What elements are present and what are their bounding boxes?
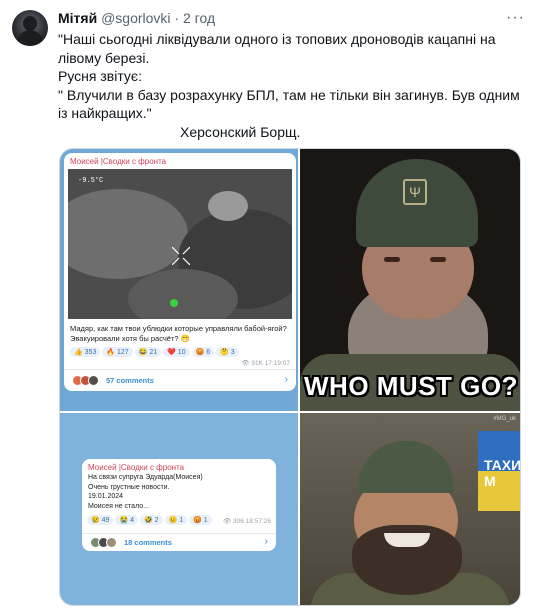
hud-temperature: -9.5°C: [78, 177, 104, 185]
tweet-signature: Херсонский Борщ.: [180, 123, 301, 140]
message-line: На связи супруга Эдуарда(Моисея): [88, 474, 203, 481]
eye: [384, 257, 400, 262]
tweet-media-grid[interactable]: Моисей |Сводки с фронта -9.5°C Мадяр, ка…: [59, 148, 521, 606]
reaction: 😡 1: [189, 515, 212, 525]
tweet-header: Мітяй @sgorlovki · 2 год: [58, 9, 215, 27]
reactions-row: 👍 353 🔥 127 😂 21 ❤️ 10 😡 6 🤔 3: [70, 347, 241, 357]
reaction: 🔥 127: [102, 347, 133, 357]
avatar-head: [23, 16, 37, 31]
comments-count: 18 comments: [124, 538, 172, 547]
channel-name: Моисей |Сводки с фронта: [88, 463, 185, 472]
telegram-card: Моисей |Сводки с фронта На связи супруга…: [82, 459, 276, 551]
reaction: 🤣 2: [140, 515, 163, 525]
tweet-line: " Влучили в базу розрахунку БПЛ, там не …: [58, 86, 520, 103]
author-handle[interactable]: @sgorlovki: [101, 10, 170, 26]
views-timestamp: 👁 306 18:57:26: [222, 518, 271, 525]
message-line: Очень грустные новости.: [88, 483, 170, 491]
reaction: 😂 21: [134, 347, 162, 357]
media-telegram-post-1[interactable]: Моисей |Сводки с фронта -9.5°C Мадяр, ка…: [60, 149, 298, 411]
tweet-text: "Наші сьогодні ліквідували одного із топ…: [58, 30, 528, 141]
eye: [430, 257, 446, 262]
flag-text: ТАХИ М: [484, 457, 521, 489]
terrain-patch: [68, 189, 188, 279]
meme-caption: WHO MUST GO?: [304, 371, 518, 401]
reaction: 😐 1: [164, 515, 188, 525]
drone-marker-icon: [170, 299, 178, 307]
tweet-line: лівому березі.: [58, 49, 150, 66]
comments-count: 57 comments: [106, 376, 154, 385]
author-name[interactable]: Мітяй: [58, 10, 97, 26]
media-photo[interactable]: ТАХИ М #MG_uk: [300, 413, 521, 605]
commenter-avatar: [106, 537, 117, 548]
separator-dot: ·: [174, 10, 180, 26]
chevron-right-icon: ›: [284, 374, 288, 385]
crosshair-icon: [172, 247, 190, 265]
telegram-card: Моисей |Сводки с фронта -9.5°C Мадяр, ка…: [64, 153, 296, 391]
author-avatar[interactable]: [12, 10, 48, 46]
comments-bar: 18 comments ›: [82, 533, 276, 551]
drone-footage: -9.5°C: [68, 169, 292, 319]
message-line: Моисея не стало...: [88, 502, 149, 510]
ellipsis-icon[interactable]: ···: [506, 9, 525, 27]
tweet-line: Русня звітує:: [58, 68, 142, 84]
reaction: 🤔 3: [216, 347, 239, 357]
reaction: 😢 49: [87, 515, 114, 525]
post-message: Мадяр, как там твои ублюдки которые упра…: [70, 324, 287, 343]
views-timestamp: 👁 91K 17:19:07: [241, 360, 290, 367]
reaction: 😡 6: [191, 347, 215, 357]
media-telegram-post-2[interactable]: Моисей |Сводки с фронта На связи супруга…: [60, 413, 298, 605]
channel-name: Моисей |Сводки с фронта: [70, 157, 167, 166]
reaction: ❤️ 10: [163, 347, 190, 357]
avatar-body: [17, 30, 43, 46]
reaction: 😭 4: [115, 515, 139, 525]
tweet-line: "Наші сьогодні ліквідували одного із топ…: [58, 31, 496, 47]
commenter-avatar: [88, 375, 99, 386]
smile: [384, 533, 430, 547]
tweet-line: із найкращих.": [58, 105, 152, 121]
media-meme-image[interactable]: Ψ WHO MUST GO?: [300, 149, 520, 411]
chevron-right-icon: ›: [264, 536, 268, 547]
reaction: 👍 353: [70, 347, 101, 357]
reactions-row: 😢 49 😭 4 🤣 2 😐 1 😡 1: [87, 515, 214, 525]
message-line: 19.01.2024: [88, 493, 124, 500]
watermark: #MG_uk: [493, 416, 516, 422]
trident-patch-icon: Ψ: [403, 179, 427, 205]
tweet-time[interactable]: 2 год: [183, 10, 215, 26]
smoke-cloud: [208, 191, 248, 221]
post-message: На связи супруга Эдуарда(Моисея) Очень г…: [88, 473, 203, 511]
comments-bar: 57 comments ›: [64, 369, 296, 391]
